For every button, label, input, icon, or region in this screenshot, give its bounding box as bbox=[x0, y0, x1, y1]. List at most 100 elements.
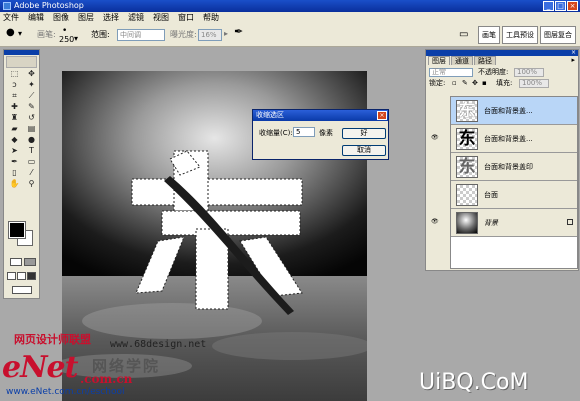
brush-dropdown-icon[interactable]: ▾ bbox=[74, 34, 78, 44]
menu-file[interactable]: 文件 bbox=[3, 12, 19, 23]
dialog-title-bar[interactable]: 收缩选区 × bbox=[253, 110, 388, 121]
layer-visibility-eye-icon[interactable] bbox=[431, 162, 439, 170]
standard-mode-icon[interactable] bbox=[10, 258, 22, 266]
ok-button[interactable]: 好 bbox=[342, 128, 386, 139]
healing-brush-tool-icon[interactable]: ✚ bbox=[7, 102, 22, 112]
layer-visibility-eye-icon[interactable] bbox=[431, 106, 439, 114]
screen-mode-standard-icon[interactable] bbox=[7, 272, 16, 280]
tab-layers[interactable]: 图层 bbox=[428, 56, 450, 65]
watermark-enet-url: www.eNet.com.cn/eschool bbox=[6, 387, 125, 397]
layer-row[interactable]: 👁 背景 bbox=[431, 209, 577, 237]
palette-well-brushes[interactable]: 画笔 bbox=[478, 26, 500, 44]
opacity-input[interactable]: 100% bbox=[514, 68, 544, 77]
exposure-slider-icon[interactable]: ▸ bbox=[224, 29, 228, 39]
palette-well-tool-presets[interactable]: 工具预设 bbox=[502, 26, 538, 44]
pen-tool-icon[interactable]: ✒ bbox=[7, 157, 22, 167]
dialog-close-icon[interactable]: × bbox=[377, 111, 387, 120]
screen-mode-full-icon[interactable] bbox=[27, 272, 36, 280]
layers-panel-grip[interactable]: × bbox=[426, 49, 578, 56]
eraser-tool-icon[interactable]: ▰ bbox=[7, 124, 22, 134]
foreground-color-swatch[interactable] bbox=[8, 221, 26, 239]
menu-bar: 文件 编辑 图像 图层 选择 滤镜 视图 窗口 帮助 bbox=[0, 12, 580, 23]
clone-stamp-tool-icon[interactable]: ♜ bbox=[7, 113, 22, 123]
zoom-tool-icon[interactable]: ⚲ bbox=[24, 179, 39, 189]
layer-thumbnail: 东 bbox=[456, 128, 478, 150]
maximize-button[interactable]: □ bbox=[555, 1, 566, 11]
menu-edit[interactable]: 编辑 bbox=[28, 12, 44, 23]
menu-image[interactable]: 图像 bbox=[53, 12, 69, 23]
layer-row[interactable]: 👁 东台面和背景盖... bbox=[431, 125, 577, 153]
range-select[interactable]: 中间调 bbox=[117, 29, 165, 41]
layers-panel-tabs: 图层 通道 路径 ▸ bbox=[426, 56, 578, 65]
quick-mask-icon[interactable] bbox=[24, 258, 36, 266]
type-tool-icon[interactable]: T bbox=[24, 146, 39, 156]
lock-all-icon[interactable]: ▪ bbox=[482, 78, 487, 89]
layer-name: 台面和背景盖... bbox=[484, 107, 533, 115]
palette-well: 画笔 工具预设 图层复合 bbox=[478, 26, 576, 44]
menu-window[interactable]: 窗口 bbox=[178, 12, 194, 23]
blend-mode-select[interactable]: 正常 bbox=[429, 68, 473, 77]
panel-close-icon[interactable]: × bbox=[571, 49, 576, 56]
layer-thumbnail-glyph: 东 bbox=[458, 129, 476, 149]
palette-well-layer-comps[interactable]: 图层复合 bbox=[540, 26, 576, 44]
lasso-tool-icon[interactable]: ↄ bbox=[7, 80, 22, 90]
minimize-button[interactable]: _ bbox=[543, 1, 554, 11]
layer-visibility-eye-icon[interactable]: 👁 bbox=[431, 218, 439, 226]
contract-by-input[interactable]: 5 bbox=[293, 127, 315, 137]
menu-view[interactable]: 视图 bbox=[153, 12, 169, 23]
magic-wand-tool-icon[interactable]: ✦ bbox=[24, 80, 39, 90]
brush-size[interactable]: 250 bbox=[59, 35, 74, 45]
marquee-tool-icon[interactable]: ⬚ bbox=[7, 69, 22, 79]
notes-tool-icon[interactable]: ▯ bbox=[7, 168, 22, 178]
blur-tool-icon[interactable]: ◆ bbox=[7, 135, 22, 145]
fill-input[interactable]: 100% bbox=[519, 79, 549, 88]
menu-select[interactable]: 选择 bbox=[103, 12, 119, 23]
layer-thumbnail bbox=[456, 212, 478, 234]
shape-tool-icon[interactable]: ▭ bbox=[24, 157, 39, 167]
menu-help[interactable]: 帮助 bbox=[203, 12, 219, 23]
airbrush-icon[interactable]: ✒ bbox=[234, 26, 243, 37]
watermark-uibq: UiBQ.CoM bbox=[419, 370, 529, 395]
lock-image-icon[interactable]: ✎ bbox=[462, 78, 468, 89]
history-brush-tool-icon[interactable]: ↺ bbox=[24, 113, 39, 123]
slice-tool-icon[interactable]: ⟋ bbox=[24, 91, 39, 101]
layer-row[interactable]: 东台面和背景盖... bbox=[451, 97, 577, 125]
layer-thumbnail: 东 bbox=[456, 156, 478, 178]
brush-tool-icon[interactable]: ✎ bbox=[24, 102, 39, 112]
layer-row[interactable]: 东台面和背景盖印 bbox=[451, 153, 577, 181]
layer-name: 背景 bbox=[484, 219, 498, 227]
dodge-tool-icon[interactable]: ● bbox=[24, 135, 39, 145]
cancel-button[interactable]: 取消 bbox=[342, 145, 386, 156]
path-selection-tool-icon[interactable]: ➤ bbox=[7, 146, 22, 156]
burn-tool-icon[interactable]: ● bbox=[6, 28, 15, 38]
jump-to-imageready-icon[interactable] bbox=[12, 286, 32, 294]
layer-visibility-eye-icon[interactable] bbox=[431, 190, 439, 198]
layer-thumbnail-glyph: 东 bbox=[458, 101, 476, 121]
tab-paths[interactable]: 路径 bbox=[474, 56, 496, 65]
close-button[interactable]: × bbox=[567, 1, 578, 11]
tab-channels[interactable]: 通道 bbox=[451, 56, 473, 65]
lock-transparency-icon[interactable]: ▫ bbox=[452, 78, 457, 89]
lock-position-icon[interactable]: ✥ bbox=[472, 78, 478, 89]
gradient-tool-icon[interactable]: ▤ bbox=[24, 124, 39, 134]
layer-name: 台面和背景盖印 bbox=[484, 163, 533, 171]
layer-thumbnail: 东 bbox=[456, 100, 478, 122]
adobe-feather-icon[interactable] bbox=[6, 56, 37, 68]
eyedropper-tool-icon[interactable]: ⁄ bbox=[24, 168, 39, 178]
screen-mode-full-menu-icon[interactable] bbox=[17, 272, 26, 280]
range-label: 范围: bbox=[91, 30, 110, 39]
layer-row[interactable]: 台面 bbox=[451, 181, 577, 209]
hand-tool-icon[interactable]: ✋ bbox=[7, 179, 22, 189]
crop-tool-icon[interactable]: ⌗ bbox=[7, 91, 22, 101]
panel-menu-icon[interactable]: ▸ bbox=[571, 56, 578, 65]
move-tool-icon[interactable]: ✥ bbox=[24, 69, 39, 79]
menu-layer[interactable]: 图层 bbox=[78, 12, 94, 23]
window-title: Adobe Photoshop bbox=[14, 1, 84, 10]
tool-preset-dropdown-icon[interactable]: ▾ bbox=[18, 29, 22, 39]
toolbox: ⬚ ✥ ↄ ✦ ⌗ ⟋ ✚ ✎ ♜ ↺ ▰ ▤ ◆ ● ➤ T ✒ ▭ ▯ ⁄ … bbox=[3, 49, 40, 299]
file-browser-icon[interactable]: ▭ bbox=[459, 29, 468, 40]
layer-visibility-eye-icon[interactable]: 👁 bbox=[431, 134, 439, 142]
menu-filter[interactable]: 滤镜 bbox=[128, 12, 144, 23]
toolbox-grip[interactable] bbox=[4, 50, 39, 55]
exposure-input[interactable]: 16% bbox=[198, 29, 222, 41]
